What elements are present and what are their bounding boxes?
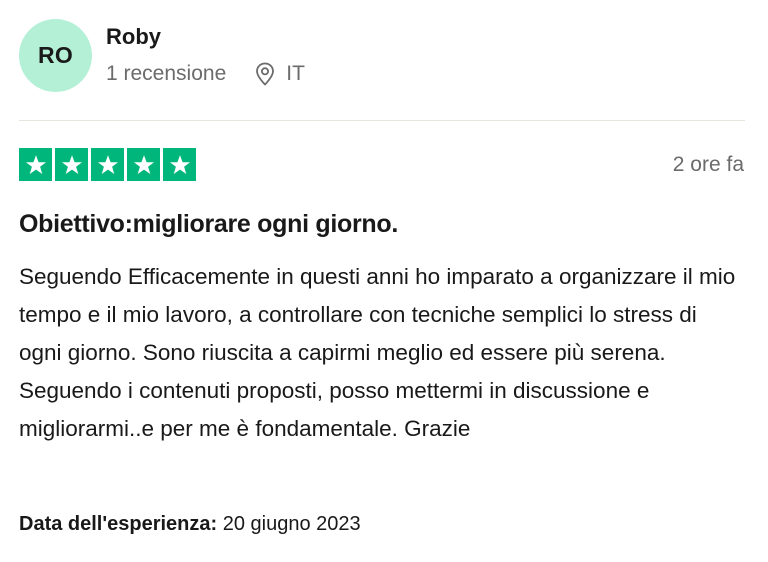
review-card: RO Roby 1 recensione IT 2 ore fa Obietti… bbox=[0, 0, 768, 562]
reviews-count: 1 recensione bbox=[106, 62, 227, 85]
star-icon bbox=[19, 148, 52, 181]
reviewer-country: IT bbox=[286, 62, 305, 85]
experience-date: Data dell'esperienza: 20 giugno 2023 bbox=[19, 513, 361, 536]
review-time: 2 ore fa bbox=[672, 153, 744, 176]
experience-label: Data dell'esperienza: bbox=[19, 513, 218, 535]
reviewer-meta: 1 recensione IT bbox=[106, 60, 305, 88]
avatar-initials: RO bbox=[37, 42, 74, 68]
avatar[interactable]: RO bbox=[19, 19, 92, 92]
star-icon bbox=[55, 148, 88, 181]
experience-value: 20 giugno 2023 bbox=[222, 513, 361, 535]
review-body: Seguendo Efficacemente in questi anni ho… bbox=[19, 264, 736, 441]
star-icon bbox=[91, 148, 124, 181]
star-icon bbox=[127, 148, 160, 181]
reviewer-location: IT bbox=[254, 62, 305, 86]
star-icon bbox=[163, 148, 196, 181]
reviewer-name[interactable]: Roby bbox=[106, 24, 161, 50]
divider bbox=[19, 120, 745, 121]
location-pin-icon bbox=[254, 62, 276, 86]
review-title[interactable]: Obiettivo:migliorare ogni giorno. bbox=[19, 210, 398, 239]
star-rating bbox=[19, 148, 196, 181]
